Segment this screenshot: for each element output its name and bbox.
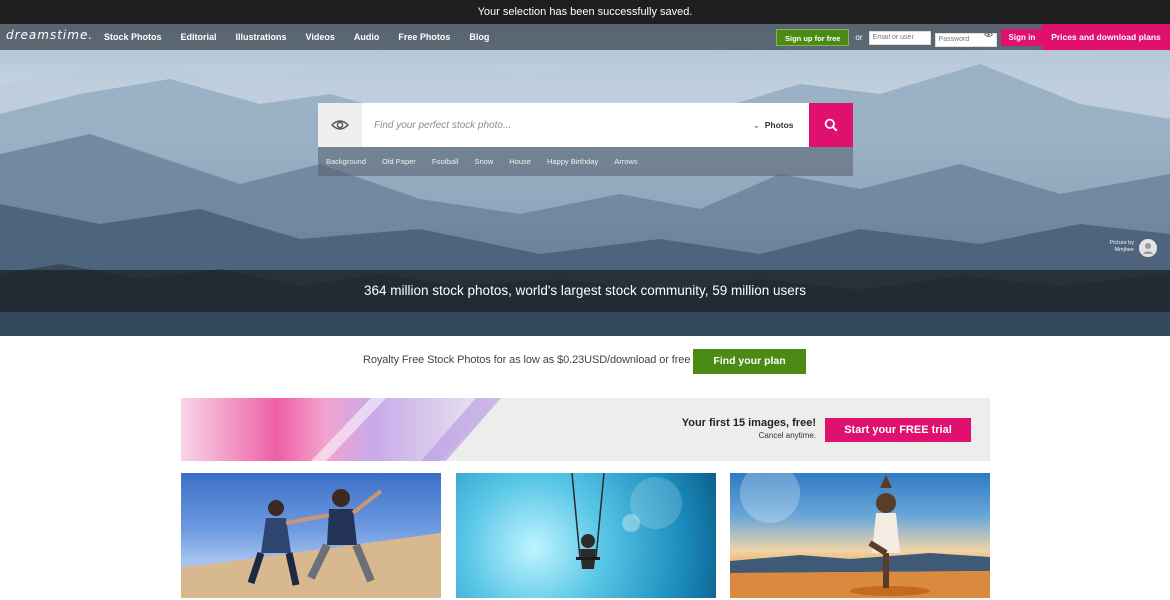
signin-button[interactable]: Sign in (1000, 29, 1044, 46)
tag-football[interactable]: Football (432, 157, 459, 166)
tag-snow[interactable]: Snow (475, 157, 494, 166)
search-bar: ⌄ Photos (318, 103, 853, 147)
password-wrapper (934, 28, 997, 47)
featured-image-swing[interactable] (456, 473, 716, 598)
yoga-cat-illustration (730, 473, 990, 598)
email-field[interactable] (868, 30, 931, 45)
site-logo[interactable]: dreamstime. (6, 28, 93, 42)
prices-button[interactable]: Prices and download plans (1042, 24, 1170, 50)
popular-tags: Background Old Paper Football Snow House… (318, 147, 853, 176)
tag-arrows[interactable]: Arrows (614, 157, 637, 166)
dancers-illustration (181, 489, 441, 598)
tag-old-paper[interactable]: Old Paper (382, 157, 416, 166)
royalty-text: Royalty Free Stock Photos for as low as … (363, 354, 691, 366)
featured-image-yoga-cat[interactable] (730, 473, 990, 598)
nav-link-illustrations[interactable]: Illustrations (236, 32, 287, 42)
chevron-down-icon: ⌄ (753, 120, 760, 130)
nav-link-blog[interactable]: Blog (469, 32, 489, 42)
tag-house[interactable]: House (509, 157, 531, 166)
featured-image-dancers[interactable] (181, 473, 441, 598)
promo-title: Your first 15 images, free! (681, 417, 816, 429)
credit-author: Mmjhee (1114, 247, 1134, 253)
search-type-label: Photos (764, 120, 794, 130)
top-navigation: dreamstime. Stock Photos Editorial Illus… (0, 24, 1170, 50)
nav-link-editorial[interactable]: Editorial (181, 32, 217, 42)
user-avatar-icon[interactable] (1139, 239, 1157, 257)
nav-link-free-photos[interactable]: Free Photos (398, 32, 450, 42)
or-label: or (855, 33, 863, 42)
picture-credit[interactable]: Picture by Mmjhee (1098, 240, 1134, 254)
start-free-trial-button[interactable]: Start your FREE trial (825, 418, 971, 442)
stats-bar: 364 million stock photos, world's larges… (0, 270, 1170, 312)
nav-links: Stock Photos Editorial Illustrations Vid… (104, 24, 508, 50)
signup-button[interactable]: Sign up for free (776, 29, 850, 46)
credit-line-1: Picture by (1109, 240, 1134, 246)
find-plan-button[interactable]: Find your plan (693, 349, 806, 374)
search-input[interactable] (362, 103, 753, 147)
search-button[interactable] (809, 103, 853, 147)
auth-area: Sign up for free or Sign in (776, 28, 1044, 47)
search-type-dropdown[interactable]: ⌄ Photos (753, 103, 809, 147)
swing-illustration (571, 473, 682, 569)
show-password-icon[interactable] (983, 30, 993, 39)
magnifier-icon (824, 118, 838, 132)
nav-link-audio[interactable]: Audio (354, 32, 380, 42)
nav-link-stock-photos[interactable]: Stock Photos (104, 32, 162, 42)
promo-subtitle: Cancel anytime. (758, 431, 816, 440)
tag-background[interactable]: Background (326, 157, 366, 166)
tag-happy-birthday[interactable]: Happy Birthday (547, 157, 598, 166)
eye-icon (331, 120, 349, 130)
nav-link-videos[interactable]: Videos (306, 32, 335, 42)
notification-bar: Your selection has been successfully sav… (0, 0, 1170, 24)
free-trial-banner: Your first 15 images, free! Cancel anyti… (181, 398, 990, 461)
visual-search-button[interactable] (318, 103, 362, 147)
